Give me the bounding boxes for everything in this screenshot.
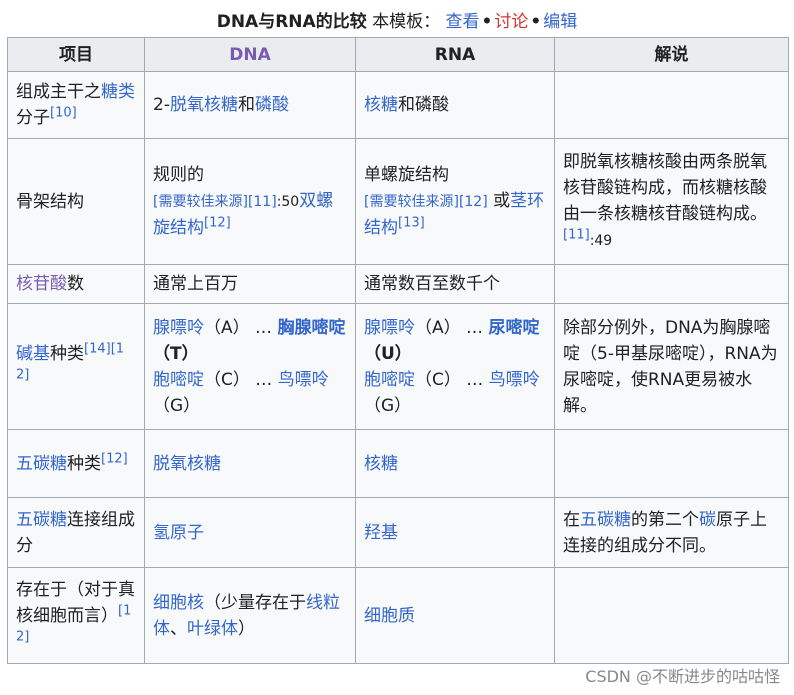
table-row: 五碳糖连接组成分 氢原子 羟基 在五碳糖的第二个碳原子上连接的组成分不同。: [7, 497, 789, 568]
caption-dot: •: [530, 12, 542, 32]
view-link[interactable]: 查看: [446, 12, 480, 32]
nucleotide-link[interactable]: 核苷酸: [16, 274, 67, 294]
citation-needed-note[interactable]: [需要较佳来源]: [364, 194, 459, 210]
row-label: 五碳糖种类[12]: [7, 429, 145, 498]
reference-link[interactable]: [11]: [248, 194, 277, 210]
table-row: 碱基种类[14][12] 腺嘌呤（A） … 胸腺嘧啶（T） 胞嘧啶（C） … 鸟…: [7, 303, 789, 430]
citation-needed-note[interactable]: [需要较佳来源]: [153, 194, 248, 210]
rna-cell: 核糖和磷酸: [355, 71, 555, 139]
dna-cell: 通常上百万: [144, 264, 356, 304]
row-label: 存在于（对于真核细胞而言）[12]: [7, 567, 145, 664]
dna-cell: 2-脱氧核糖和磷酸: [144, 71, 356, 139]
reference-link[interactable]: [12]: [459, 194, 488, 210]
explain-cell: [554, 429, 789, 498]
edit-link[interactable]: 编辑: [543, 12, 577, 32]
reference-link[interactable]: [13]: [398, 215, 425, 230]
header-rna: RNA: [355, 37, 555, 72]
header-item: 项目: [7, 37, 145, 72]
dna-rna-comparison-table: 项目 DNA RNA 解说 组成主干之糖类分子[10] 2-脱氧核糖和磷酸 核糖…: [7, 37, 789, 664]
rna-cell: 羟基: [355, 497, 555, 568]
table-row: 核苷酸数 通常上百万 通常数百至数千个: [7, 264, 789, 304]
pentose-link[interactable]: 五碳糖: [16, 510, 67, 530]
table-row: 骨架结构 规则的 [需要较佳来源][11]:50双螺旋结构[12] 单螺旋结构 [需…: [7, 138, 789, 265]
dna-cell: 细胞核（少量存在于线粒体、叶绿体）: [144, 567, 356, 664]
row-label: 骨架结构: [7, 138, 145, 265]
explain-cell: 即脱氧核糖核酸由两条脱氧核苷酸链构成，而核糖核酸由一条核糖核苷酸链构成。[11]…: [554, 138, 789, 265]
csdn-watermark: CSDN @不断进步的咕咕怪: [585, 667, 780, 686]
thymine-link[interactable]: 胸腺嘧啶: [277, 318, 345, 338]
reference-link[interactable]: [12]: [101, 451, 128, 466]
carbohydrate-link[interactable]: 糖类: [101, 82, 135, 102]
phosphate-link[interactable]: 磷酸: [255, 95, 289, 115]
dna-cell: 氢原子: [144, 497, 356, 568]
rna-cell: 通常数百至数千个: [355, 264, 555, 304]
guanine-link[interactable]: 鸟嘌呤: [278, 370, 329, 390]
caption-template-label: 本模板：: [372, 12, 441, 32]
rna-cell: 单螺旋结构 [需要较佳来源][12] 或茎环结构[13]: [355, 138, 555, 265]
hydroxyl-link[interactable]: 羟基: [364, 523, 398, 543]
table-caption: DNA与RNA的比较 本模板： 查看 • 讨论 • 编辑: [0, 10, 794, 34]
guanine-link[interactable]: 鸟嘌呤: [489, 370, 540, 390]
explain-cell: 在五碳糖的第二个碳原子上连接的组成分不同。: [554, 497, 789, 568]
explain-cell: 除部分例外，DNA为胸腺嘧啶（5-甲基尿嘧啶），RNA为尿嘧啶，使RNA更易被水…: [554, 303, 789, 430]
dna-cell: 规则的 [需要较佳来源][11]:50双螺旋结构[12]: [144, 138, 356, 265]
explain-cell: [554, 264, 789, 304]
row-label: 组成主干之糖类分子[10]: [7, 71, 145, 139]
reference-link[interactable]: [11]: [563, 227, 590, 242]
reference-link[interactable]: [14]: [84, 341, 111, 356]
cytoplasm-link[interactable]: 细胞质: [364, 606, 415, 626]
reference-link[interactable]: [10]: [50, 105, 77, 120]
table-row: 五碳糖种类[12] 脱氧核糖 核糖: [7, 429, 789, 498]
deoxyribose-link[interactable]: 脱氧核糖: [153, 454, 221, 474]
adenine-link[interactable]: 腺嘌呤: [364, 318, 415, 338]
caption-dot: •: [481, 12, 493, 32]
header-dna[interactable]: DNA: [144, 37, 356, 72]
adenine-link[interactable]: 腺嘌呤: [153, 318, 204, 338]
cytosine-link[interactable]: 胞嘧啶: [153, 370, 204, 390]
pentose-link[interactable]: 五碳糖: [16, 454, 67, 474]
rna-cell: 腺嘌呤（A） … 尿嘧啶（U） 胞嘧啶（C） … 鸟嘌呤（G）: [355, 303, 555, 430]
row-label: 五碳糖连接组成分: [7, 497, 145, 568]
deoxyribose-link[interactable]: 脱氧核糖: [170, 95, 238, 115]
row-label: 碱基种类[14][12]: [7, 303, 145, 430]
explain-cell: [554, 567, 789, 664]
ribose-link[interactable]: 核糖: [364, 95, 398, 115]
ribose-link[interactable]: 核糖: [364, 454, 398, 474]
rna-cell: 核糖: [355, 429, 555, 498]
header-row: 项目 DNA RNA 解说: [7, 37, 789, 72]
table-row: 存在于（对于真核细胞而言）[12] 细胞核（少量存在于线粒体、叶绿体） 细胞质: [7, 567, 789, 664]
cytosine-link[interactable]: 胞嘧啶: [364, 370, 415, 390]
chloroplast-link[interactable]: 叶绿体: [187, 619, 238, 639]
dna-cell: 脱氧核糖: [144, 429, 356, 498]
row-label: 核苷酸数: [7, 264, 145, 304]
dna-cell: 腺嘌呤（A） … 胸腺嘧啶（T） 胞嘧啶（C） … 鸟嘌呤（G）: [144, 303, 356, 430]
caption-title: DNA与RNA的比较: [216, 12, 367, 32]
hydrogen-atom-link[interactable]: 氢原子: [153, 523, 204, 543]
header-explain: 解说: [554, 37, 789, 72]
discuss-link[interactable]: 讨论: [494, 12, 528, 32]
nucleobase-link[interactable]: 碱基: [16, 344, 50, 364]
carbon-link[interactable]: 碳: [699, 510, 716, 530]
uracil-link[interactable]: 尿嘧啶: [488, 318, 539, 338]
pentose-link[interactable]: 五碳糖: [580, 510, 631, 530]
rna-cell: 细胞质: [355, 567, 555, 664]
reference-link[interactable]: [12]: [204, 215, 231, 230]
table-row: 组成主干之糖类分子[10] 2-脱氧核糖和磷酸 核糖和磷酸: [7, 71, 789, 139]
cell-nucleus-link[interactable]: 细胞核: [153, 593, 204, 613]
explain-cell: [554, 71, 789, 139]
